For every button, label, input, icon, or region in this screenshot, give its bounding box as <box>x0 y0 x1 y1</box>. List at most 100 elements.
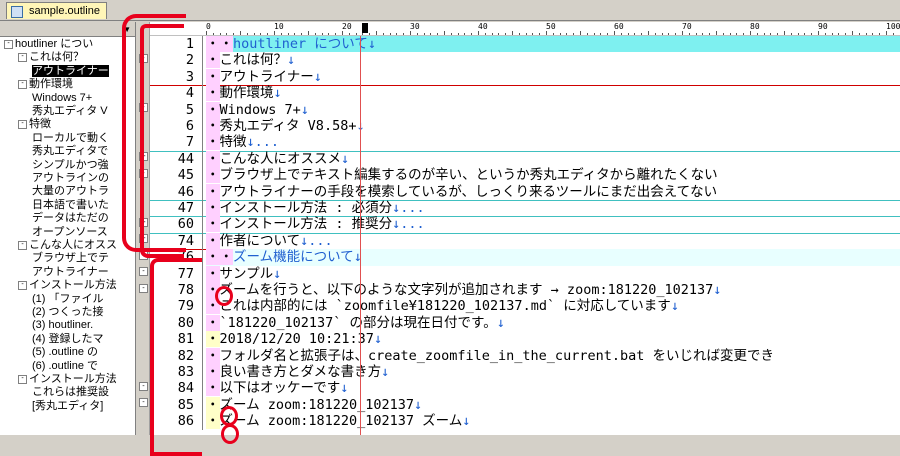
fold-expand-icon[interactable]: + <box>139 152 148 161</box>
editor-line[interactable]: 44・こんな人にオススメ↓ <box>150 151 900 167</box>
tree-item[interactable]: データはただの <box>32 212 109 225</box>
ruler-tick <box>424 33 425 35</box>
editor-line[interactable]: 46・アウトライナーの手段を模索しているが、しっくり来るツールにまだ出会えてない <box>150 184 900 201</box>
tree-item[interactable]: -インストール方法 <box>18 279 117 292</box>
line-text: ・アウトライナー↓ <box>206 69 322 85</box>
collapse-toggle-icon[interactable]: - <box>18 281 27 290</box>
editor-pane[interactable]: 0102030405060708090100110120130 1・・houtl… <box>150 22 900 435</box>
editor-line[interactable]: 86・ズーム zoom:181220_102137 ズーム↓ <box>150 413 900 429</box>
fold-collapse-icon[interactable]: - <box>139 267 148 276</box>
ruler-tick <box>736 33 737 35</box>
collapse-toggle-icon[interactable]: - <box>18 241 27 250</box>
tree-item[interactable]: -特徴 <box>18 118 51 131</box>
collapse-toggle-icon[interactable]: - <box>4 40 13 49</box>
tab-sample-outline[interactable]: sample.outline <box>6 2 107 19</box>
editor-line[interactable]: 2・これは何？↓ <box>150 52 900 68</box>
tree-item[interactable]: これらは推奨設 <box>32 386 109 399</box>
tree-item[interactable]: (3) houtliner. <box>32 319 93 332</box>
editor-line[interactable]: 82・フォルダ名と拡張子は、create_zoomfile_in_the_cur… <box>150 348 900 364</box>
ruler-label: 10 <box>274 22 284 31</box>
ruler-tick <box>804 33 805 35</box>
tree-item[interactable]: (2) つくった接 <box>32 306 104 319</box>
return-mark: ↓... <box>300 233 333 249</box>
bullet-marker: ・ <box>206 331 220 347</box>
tree-item[interactable]: 秀丸エディタ V <box>32 105 108 118</box>
collapse-toggle-icon[interactable]: - <box>18 375 27 384</box>
tree-item-label: (4) 登録したマ <box>32 333 104 345</box>
editor-line[interactable]: 84・以下はオッケーです↓ <box>150 380 900 396</box>
ruler-tick <box>614 31 615 35</box>
tree-item[interactable]: オープンソース <box>32 226 108 239</box>
tree-item[interactable]: -これは何？ <box>18 51 84 64</box>
tree-item[interactable]: 大量のアウトラ <box>32 185 109 198</box>
fold-collapse-icon[interactable]: - <box>139 169 148 178</box>
ruler-tick <box>233 33 234 35</box>
fold-expand-icon[interactable]: + <box>139 218 148 227</box>
editor-line[interactable]: 77・サンプル↓ <box>150 266 900 282</box>
editor-line[interactable]: 6・秀丸エディタ V8.58+↓ <box>150 118 900 134</box>
editor-line[interactable]: 74・作者について↓... <box>150 233 900 250</box>
ruler-tick <box>390 33 391 35</box>
tree-item[interactable]: (5) .outline の <box>32 346 98 359</box>
ruler-tick <box>546 31 547 35</box>
fold-collapse-icon[interactable]: - <box>139 284 148 293</box>
ruler-tick <box>696 33 697 35</box>
tree-item[interactable]: 秀丸エディタで <box>32 145 108 158</box>
tree-item[interactable]: アウトライナー <box>32 266 109 279</box>
fold-collapse-icon[interactable]: - <box>139 382 148 391</box>
tree-item[interactable]: Windows 7+ <box>32 92 92 105</box>
tree-item[interactable]: ブラウザ上でテ <box>32 252 109 265</box>
editor-line[interactable]: 79・これは内部的には `zoomfile¥181220_102137.md` … <box>150 298 900 314</box>
editor-line[interactable]: 85・ズーム zoom:181220_102137↓ <box>150 397 900 413</box>
fold-collapse-icon[interactable]: - <box>139 398 148 407</box>
fold-collapse-icon[interactable]: - <box>139 54 148 63</box>
tree-item[interactable]: アウトライナー <box>32 65 109 78</box>
return-mark: ↓ <box>497 315 505 331</box>
editor-line[interactable]: 60・インストール方法 : 推奨分↓... <box>150 216 900 233</box>
bullet-marker: ・ <box>206 397 220 413</box>
fold-collapse-icon[interactable]: - <box>139 103 148 112</box>
line-number: 5 <box>150 102 194 118</box>
tree-item[interactable]: 日本語で書いた <box>32 199 109 212</box>
return-mark: ↓ <box>287 52 295 68</box>
tree-item[interactable]: -インストール方法 <box>18 373 117 386</box>
editor-line[interactable]: 45・ブラウザ上でテキスト編集するのが辛い、というか秀丸エディタから離れたくない <box>150 167 900 183</box>
editor-line[interactable]: 7・特徴↓... <box>150 134 900 151</box>
tree-item[interactable]: アウトラインの <box>32 172 109 185</box>
tree-item[interactable]: -houtliner につい <box>4 38 93 51</box>
editor-line[interactable]: 83・良い書き方とダメな書き方↓ <box>150 364 900 380</box>
editor-line[interactable]: 81・2018/12/20 10:21:37↓ <box>150 331 900 347</box>
tree-item[interactable]: -こんな人にオスス <box>18 239 117 252</box>
tree-item[interactable]: [秀丸エディタ] <box>32 400 103 413</box>
tree-item[interactable]: ローカルで動く <box>32 132 109 145</box>
collapse-toggle-icon[interactable]: - <box>18 120 27 129</box>
editor-line[interactable]: 3・アウトライナー↓ <box>150 69 900 86</box>
fold-expand-icon[interactable]: + <box>139 234 148 243</box>
editor-line[interactable]: 4・動作環境↓ <box>150 85 900 101</box>
ruler-tick <box>607 33 608 35</box>
editor-line[interactable]: 1・・houtliner について↓ <box>150 36 900 52</box>
tree-item[interactable]: (4) 登録したマ <box>32 333 104 346</box>
tree-item-label: アウトライナー <box>32 65 109 77</box>
line-text: ・Windows 7+↓ <box>206 102 309 118</box>
collapse-toggle-icon[interactable]: - <box>18 80 27 89</box>
tree-item[interactable]: (6) .outline で <box>32 360 98 373</box>
ruler-tick <box>254 33 255 35</box>
tree-item[interactable]: シンプルかつ強 <box>32 159 109 172</box>
return-mark: ↓ <box>273 266 281 282</box>
line-content: ブラウザ上でテキスト編集するのが辛い、というか秀丸エディタから離れたくない <box>220 167 718 183</box>
dropdown-arrow-icon[interactable]: ▼ <box>123 25 131 34</box>
line-content: ズーム機能について <box>233 249 354 265</box>
tree-item[interactable]: (1) 「ファイル <box>32 293 104 306</box>
editor-line[interactable]: 47・インストール方法 : 必須分↓... <box>150 200 900 217</box>
ruler-tick <box>811 33 812 35</box>
ruler-tick <box>430 33 431 35</box>
editor-line[interactable]: 78・ズームを行うと、以下のような文字列が追加されます → zoom:18122… <box>150 282 900 298</box>
fold-expand-icon[interactable]: + <box>139 251 148 260</box>
return-mark: ↓ <box>713 282 721 298</box>
collapse-toggle-icon[interactable]: - <box>18 53 27 62</box>
tree-item[interactable]: -動作環境 <box>18 78 73 91</box>
editor-line[interactable]: 76・・ズーム機能について↓ <box>150 249 900 265</box>
editor-line[interactable]: 5 ・Windows 7+↓ <box>150 102 900 118</box>
editor-line[interactable]: 80・`181220_102137` の部分は現在日付です。↓ <box>150 315 900 331</box>
